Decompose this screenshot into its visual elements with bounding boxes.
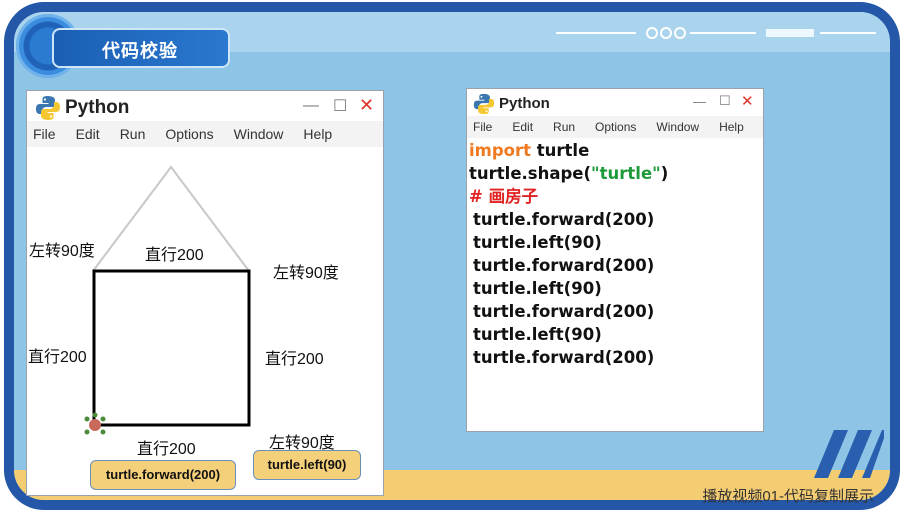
python-logo-icon: [473, 93, 495, 115]
editor-title: Python: [499, 95, 550, 112]
label-left-forward: 直行200: [28, 349, 87, 366]
code-line: turtle.forward(200): [473, 302, 655, 321]
string-token: "turtle": [591, 164, 661, 183]
minimize-button[interactable]: —: [693, 94, 706, 109]
menu-edit[interactable]: Edit: [512, 116, 533, 138]
comment-line: # 画房子: [469, 187, 539, 206]
menu-window[interactable]: Window: [656, 116, 699, 138]
code-token: turtle.shape(: [469, 164, 592, 183]
python-logo-icon: [36, 96, 60, 120]
corner-stripes: [814, 430, 884, 478]
menu-file[interactable]: File: [473, 116, 492, 138]
code-line: turtle.shape("turtle"): [469, 162, 763, 185]
label-top-forward: 直行200: [145, 247, 204, 264]
code-line: turtle.forward(200): [473, 256, 655, 275]
editor-menu-bar: File Edit Run Options Window Help: [467, 116, 763, 138]
code-line: import turtle: [469, 139, 763, 162]
code-line: turtle.left(90): [473, 325, 602, 344]
menu-file[interactable]: File: [33, 121, 56, 147]
top-decoration: [556, 27, 876, 39]
menu-options[interactable]: Options: [165, 121, 213, 147]
code-line: turtle.forward(200): [473, 210, 655, 229]
label-left-turn-top-right: 左转90度: [273, 265, 339, 282]
maximize-button[interactable]: ☐: [333, 96, 347, 116]
code-line: turtle.forward(200): [473, 348, 655, 367]
keyword-token: import: [469, 141, 532, 160]
label-bottom-forward: 直行200: [137, 441, 196, 458]
close-button[interactable]: ✕: [359, 95, 374, 116]
menu-help[interactable]: Help: [303, 121, 332, 147]
maximize-button[interactable]: ☐: [719, 93, 731, 109]
menu-run[interactable]: Run: [120, 121, 146, 147]
label-left-turn-top-left: 左转90度: [29, 243, 95, 260]
menu-window[interactable]: Window: [234, 121, 284, 147]
menu-options[interactable]: Options: [595, 116, 636, 138]
code-editor-window: Python — ☐ ✕ File Edit Run Options Windo…: [466, 88, 764, 432]
close-button[interactable]: ✕: [741, 92, 754, 110]
footer-caption: 播放视频01-代码复制展示: [702, 488, 874, 505]
code-line: turtle.left(90): [473, 279, 602, 298]
chip-forward: turtle.forward(200): [90, 460, 236, 490]
code-area[interactable]: import turtle turtle.shape("turtle") # 画…: [469, 139, 763, 369]
menu-help[interactable]: Help: [719, 116, 744, 138]
menu-edit[interactable]: Edit: [76, 121, 100, 147]
code-token: turtle: [531, 141, 590, 160]
badge-title: 代码校验: [102, 41, 178, 61]
title-badge: 代码校验: [16, 14, 232, 78]
label-right-forward: 直行200: [265, 351, 324, 368]
house-square: [92, 269, 251, 427]
minimize-button[interactable]: —: [303, 97, 319, 115]
menu-run[interactable]: Run: [553, 116, 575, 138]
chip-left: turtle.left(90): [253, 450, 361, 480]
code-token: ): [660, 164, 669, 183]
code-line: turtle.left(90): [473, 233, 602, 252]
window-title: Python: [65, 97, 130, 118]
turtle-graphics-window: Python — ☐ ✕ File Edit Run Options Windo…: [26, 90, 384, 496]
menu-bar: File Edit Run Options Window Help: [27, 121, 383, 147]
